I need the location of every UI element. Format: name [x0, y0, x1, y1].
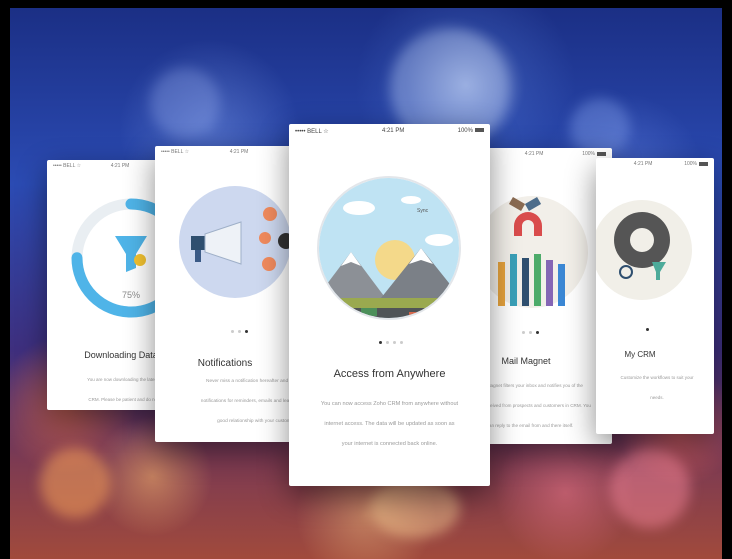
page-indicator — [231, 330, 248, 333]
sync-label: Sync — [417, 208, 429, 214]
battery-icon — [474, 128, 484, 133]
bokeh-light — [150, 68, 220, 138]
page-dot[interactable] — [393, 341, 396, 344]
page-indicator — [379, 341, 403, 344]
card-title: Notifications — [197, 358, 253, 369]
page-indicator — [522, 331, 539, 334]
battery-icon — [596, 151, 606, 156]
funnel-icon — [115, 236, 147, 272]
hand-icon — [546, 260, 553, 306]
card-title: Access from Anywhere — [333, 368, 446, 380]
status-bar: 4:21 PM 100% — [480, 148, 612, 160]
onboarding-card-notifications: ••••• BELL ☆ 4:21 PM Notifications Never… — [155, 146, 295, 442]
battery-label: 100% — [582, 151, 606, 157]
hand-icon — [534, 254, 541, 306]
card-description: Mail Magnet filters your inbox and notif… — [480, 383, 591, 428]
page-indicator — [646, 328, 649, 331]
battery-icon — [698, 161, 708, 166]
onboarding-card-mail-magnet: 4:21 PM 100% Mail Magnet Mail Magnet fil… — [480, 148, 612, 444]
page-dot-active[interactable] — [379, 341, 382, 344]
carrier-label: ••••• BELL ☆ — [53, 163, 82, 169]
road-markings — [329, 322, 463, 324]
my-crm-illustration — [596, 200, 692, 300]
card-title: Downloading Data — [84, 350, 158, 360]
bokeh-light — [610, 448, 690, 528]
hand-icon — [522, 258, 529, 306]
mail-magnet-illustration — [480, 196, 588, 308]
page-dot[interactable] — [238, 330, 241, 333]
notification-badge-icon — [263, 207, 277, 221]
card-description: You can now access Zoho CRM from anywher… — [320, 401, 459, 447]
card-description: Never miss a notification hereafter and … — [200, 379, 295, 424]
time-label: 4:21 PM — [110, 163, 130, 169]
notification-badge-icon — [259, 232, 271, 244]
progress-ring-illustration: 75% — [71, 198, 165, 318]
gear-icon — [614, 212, 670, 268]
page-dot[interactable] — [386, 341, 389, 344]
notification-badge-icon — [262, 257, 276, 271]
page-dot-active[interactable] — [536, 331, 539, 334]
road — [319, 308, 459, 318]
page-dot[interactable] — [529, 331, 532, 334]
page-dot-active[interactable] — [646, 328, 649, 331]
battery-label: 100% — [458, 128, 484, 134]
status-bar: 4:21 PM 100% — [596, 158, 714, 170]
carrier-label: ••••• BELL ☆ — [295, 128, 329, 135]
carrier-label: ••••• BELL ☆ — [161, 149, 190, 155]
card-title: Mail Magnet — [501, 356, 551, 366]
onboarding-card-my-crm: 4:21 PM 100% My CRM Customize the workfl… — [596, 158, 714, 434]
onboarding-card-access-anywhere: ••••• BELL ☆ 4:21 PM 100% Sync Access fr… — [289, 124, 490, 486]
hand-icon — [510, 254, 517, 306]
time-label: 4:21 PM — [633, 161, 653, 167]
card-title: My CRM — [624, 350, 656, 359]
card-description: You are now downloading the latest versi… — [87, 377, 165, 402]
page-dot[interactable] — [522, 331, 525, 334]
bokeh-light — [370, 478, 460, 538]
card-description: Customize the workflows to suit your nee… — [620, 375, 694, 400]
status-bar: ••••• BELL ☆ 4:21 PM — [47, 160, 165, 172]
status-bar: ••••• BELL ☆ 4:21 PM — [155, 146, 295, 158]
time-label: 4:21 PM — [229, 149, 249, 155]
bokeh-light — [40, 448, 110, 518]
page-dot-active[interactable] — [245, 330, 248, 333]
hand-icon — [498, 262, 505, 306]
battery-label: 100% — [684, 161, 708, 167]
hand-icon — [558, 264, 565, 306]
status-bar: ••••• BELL ☆ 4:21 PM 100% — [289, 124, 490, 138]
access-anywhere-illustration: Sync — [317, 176, 463, 324]
page-dot[interactable] — [400, 341, 403, 344]
time-label: 4:21 PM — [381, 128, 405, 134]
notifications-illustration — [179, 186, 294, 298]
time-label: 4:21 PM — [524, 151, 544, 157]
page-dot[interactable] — [231, 330, 234, 333]
progress-percent: 75% — [122, 290, 140, 300]
onboarding-card-downloading: ••••• BELL ☆ 4:21 PM 75% Downloading Dat… — [47, 160, 165, 410]
